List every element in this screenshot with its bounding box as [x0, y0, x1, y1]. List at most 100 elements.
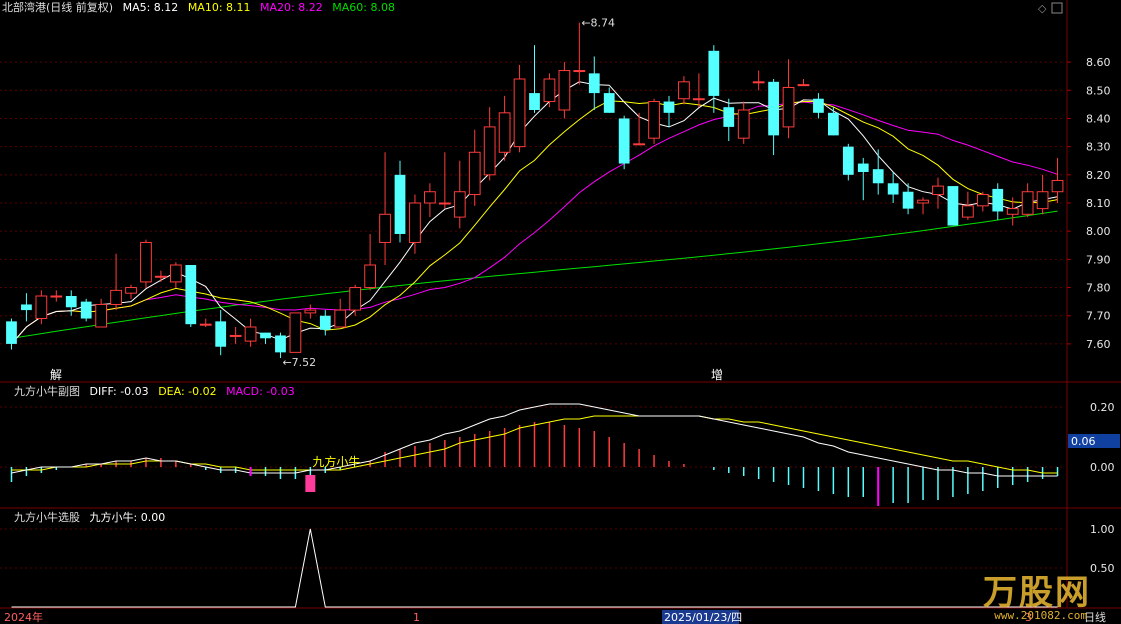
candle-body [917, 199, 929, 204]
candle-body [50, 295, 63, 298]
candle-body [633, 143, 645, 146]
stock-title[interactable]: 北部湾港(日线 前复权) [2, 1, 113, 14]
high-marker: ←8.74 [581, 17, 615, 30]
candle-body [169, 264, 182, 283]
diff-label: DIFF: -0.03 [89, 385, 149, 398]
diamond-icon: ◇ [1038, 2, 1047, 15]
candle-body [379, 213, 391, 243]
candle-body [932, 185, 944, 196]
ma10-line [11, 100, 1058, 345]
y-tick-label: 8.00 [1086, 225, 1111, 238]
candle-body [723, 107, 735, 127]
candle-body [872, 169, 884, 184]
watermark-logo: 万股网 [983, 573, 1091, 613]
candle-body [468, 151, 481, 196]
candle-body [827, 112, 839, 136]
candle-body [80, 301, 92, 319]
ma20-line [11, 101, 1058, 345]
candle-body [976, 194, 989, 207]
candle-body [678, 81, 690, 100]
main-header: 北部湾港(日线 前复权) MA5: 8.12 MA10: 8.11 MA20: … [2, 0, 401, 16]
sub2-title[interactable]: 九方小牛选股 [14, 511, 80, 524]
candle-body [199, 323, 212, 326]
signal-box [305, 475, 316, 492]
candle-body [453, 191, 466, 218]
candle-body [438, 202, 451, 205]
candle-body [424, 191, 436, 204]
footer-month-1: 1 [413, 611, 420, 624]
candle-body [813, 98, 824, 113]
sub2-value: 九方小牛: 0.00 [89, 511, 166, 524]
y-tick-label: 7.70 [1086, 310, 1111, 323]
candlestick-chart: 8.60 8.50 8.40 8.30 8.20 8.10 8.00 7.90 7.80 7.70… [0, 0, 1121, 624]
footer-date: 2025/01/23/四 [664, 611, 742, 624]
candle-body [483, 126, 496, 176]
ma10-label: MA10: 8.11 [187, 1, 251, 14]
sub1-header: 九方小牛副图 DIFF: -0.03 DEA: -0.02 MACD: -0.0… [2, 384, 301, 400]
ma5-line [11, 81, 1058, 345]
candle-body [663, 101, 675, 113]
candle-body [782, 86, 795, 128]
candle-body [708, 50, 720, 96]
candle-body [35, 295, 48, 320]
y-tick-label: 0.20 [1090, 401, 1115, 414]
candle-body [215, 321, 227, 347]
candle-body [364, 264, 376, 289]
candle-body [21, 304, 32, 311]
sub2-header: 九方小牛选股 九方小牛: 0.00 [2, 510, 171, 526]
candle-body [1006, 208, 1019, 215]
y-tick-label: 7.90 [1086, 253, 1111, 266]
candle-body [140, 241, 152, 283]
candle-body [693, 98, 705, 101]
candle-body [797, 84, 810, 87]
candle-body [304, 309, 317, 314]
candle-body [513, 78, 526, 148]
candle-body [229, 334, 242, 337]
candle-body [498, 112, 511, 153]
y-tick-label: 8.20 [1086, 169, 1111, 182]
y-tick-label: 7.80 [1086, 282, 1111, 295]
candle-body [95, 303, 108, 328]
candle-body [1051, 179, 1064, 193]
ma5-label: MA5: 8.12 [122, 1, 179, 14]
ma60-line [11, 210, 1058, 339]
candle-body [65, 296, 77, 308]
y-tick-label: 8.50 [1086, 84, 1111, 97]
candle-body [902, 191, 914, 209]
candle-body [648, 101, 660, 139]
candle-body [752, 81, 765, 84]
candle-body [334, 309, 347, 328]
y-tick-label: 8.60 [1086, 56, 1111, 69]
dea-label: DEA: -0.02 [158, 385, 217, 398]
y-tick-label: 0.00 [1090, 461, 1115, 474]
candle-body [947, 186, 959, 226]
candle-body [394, 174, 406, 234]
candle-body [543, 78, 556, 103]
candle-body [603, 93, 615, 113]
candle-body [155, 275, 167, 278]
candle-body [887, 183, 899, 195]
event-badge-jie: 解 [50, 368, 62, 382]
current-value: 0.06 [1071, 435, 1096, 448]
candle-body [125, 287, 137, 294]
candle-body [349, 287, 362, 311]
y-tick-label: 8.40 [1086, 112, 1111, 125]
ma20-label: MA20: 8.22 [260, 1, 323, 14]
candle-body [768, 81, 779, 136]
candle-body [588, 73, 600, 94]
macd-label: MACD: -0.03 [226, 385, 295, 398]
signal-label: 九方小牛 [312, 454, 360, 469]
footer-year: 2024年 [4, 610, 43, 624]
candle-body [319, 315, 331, 330]
event-badge-zeng: 增 [711, 368, 723, 382]
sub1-title[interactable]: 九方小牛副图 [14, 385, 80, 398]
candle-body [409, 202, 421, 243]
candle-body [260, 332, 271, 339]
low-marker: ←7.52 [282, 356, 316, 369]
candle-body [289, 312, 302, 353]
watermark-url: www.201082.com [994, 609, 1087, 622]
candle-body [857, 163, 869, 172]
candle-body [185, 265, 197, 325]
candle-body [737, 109, 750, 139]
y-tick-label: 0.50 [1090, 562, 1115, 575]
